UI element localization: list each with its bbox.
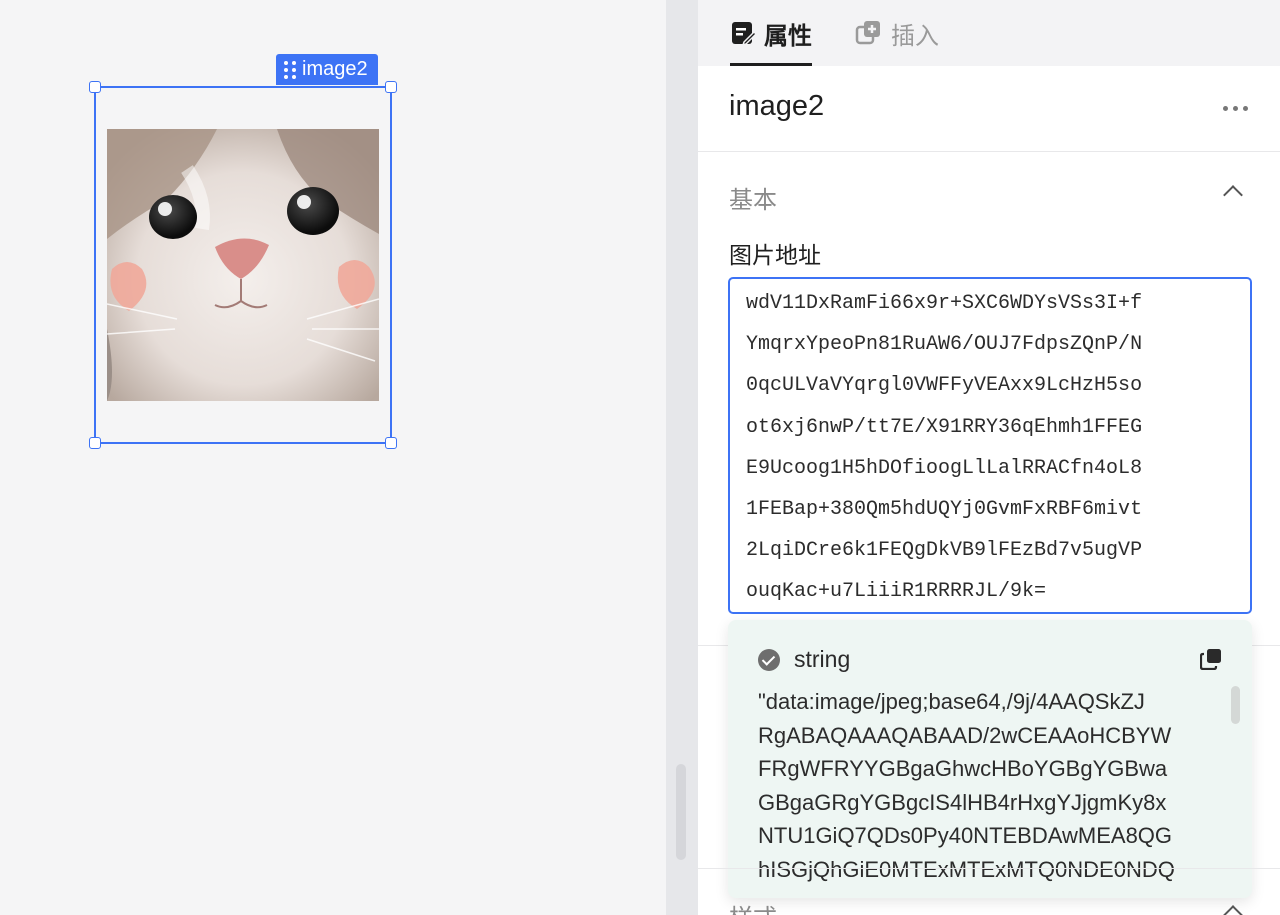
more-options-icon[interactable] [1223, 106, 1248, 111]
editor-canvas[interactable]: image2 [0, 0, 666, 915]
resize-handle-top-right[interactable] [385, 81, 397, 93]
image-url-line: YmqrxYpeoPn81RuAW6/OUJ7FdpsZQnP/N [746, 333, 1143, 357]
value-line: RgABAQAAAQABAAD/2wCEAAoHCBYW [758, 722, 1172, 748]
resize-handle-bottom-right[interactable] [385, 437, 397, 449]
tooltip-header: string [758, 646, 1212, 673]
image-url-line: ot6xj6nwP/tt7E/X91RRY36qEhmh1FFEG [746, 415, 1143, 439]
image-url-line: 0qcULVaVYqrgl0VWFFyVEAxx9LcHzH5so [746, 374, 1143, 398]
add-layer-icon [855, 21, 880, 45]
drag-handle-icon[interactable] [284, 60, 296, 79]
image-url-input[interactable]: wdV11DxRamFi66x9r+SXC6WDYsVSs3I+f YmqrxY… [728, 277, 1252, 614]
value-line: hISGjQhGiE0MTExMTExMTQ0NDE0NDQ [758, 856, 1175, 882]
selected-component-tag[interactable]: image2 [276, 54, 378, 85]
selected-component-name: image2 [302, 58, 368, 80]
value-type-label: string [794, 646, 851, 672]
splitter-grip[interactable] [676, 764, 686, 860]
image-url-line: ouqKac+u7LiiiR1RRRRJL/9k= [746, 580, 1047, 604]
image-url-line: 2LqiDCre6k1FEQgDkVB9lFEzBd7v5ugVP [746, 539, 1143, 563]
value-type-tooltip: string "data:image/jpeg;base64,/9j/4AAQS… [728, 620, 1252, 898]
chevron-up-icon[interactable] [1223, 185, 1243, 205]
check-circle-icon [758, 648, 780, 671]
image-url-line: 1FEBap+380Qm5hdUQYj0GvmFxRBF6mivt [746, 498, 1143, 522]
tab-insert[interactable]: 插入 [855, 0, 939, 66]
value-line: GBgaGRgYGBgcIS4lHB4rHxgYJjgmKy8x [758, 789, 1167, 815]
tab-properties[interactable]: 属性 [730, 0, 812, 66]
component-name: image2 [729, 90, 825, 122]
copy-icon[interactable] [1200, 648, 1222, 670]
chevron-up-icon[interactable] [1223, 905, 1243, 915]
image-component-preview[interactable] [107, 129, 379, 401]
cat-photo [107, 129, 379, 401]
image-url-line: E9Ucoog1H5hDOfioogLlLalRRACfn4oL8 [746, 456, 1143, 480]
tab-insert-label: 插入 [891, 22, 939, 50]
tab-properties-label: 属性 [764, 22, 812, 50]
value-line: NTU1GiQ7QDs0Py40NTEBDAwMEA8QG [758, 823, 1173, 848]
section-style-title[interactable]: 样式 [729, 898, 777, 915]
section-basic-title[interactable]: 基本 [729, 180, 777, 215]
tooltip-scrollbar[interactable] [1231, 686, 1240, 724]
image-url-label: 图片地址 [729, 242, 821, 268]
resize-handle-top-left[interactable] [89, 81, 101, 93]
value-line: "data:image/jpeg;base64,/9j/4AAQSkZJ [758, 689, 1145, 714]
panel-splitter[interactable] [666, 0, 698, 915]
image-url-line: wdV11DxRamFi66x9r+SXC6WDYsVSs3I+f [746, 292, 1143, 315]
resize-handle-bottom-left[interactable] [89, 437, 101, 449]
panel-tabs: 属性 插入 [698, 0, 1280, 66]
section-divider [698, 868, 1280, 869]
value-line: FRgWFRYYGBgaGhwcHBoYGBgYGBwa [758, 756, 1168, 781]
component-header: image2 [698, 66, 1280, 152]
value-preview: "data:image/jpeg;base64,/9j/4AAQSkZJ RgA… [758, 685, 1212, 886]
edit-note-icon [732, 22, 756, 46]
property-panel: 属性 插入 image2 基本 图片地址 wdV11DxRamFi66x9r+S… [698, 0, 1280, 915]
